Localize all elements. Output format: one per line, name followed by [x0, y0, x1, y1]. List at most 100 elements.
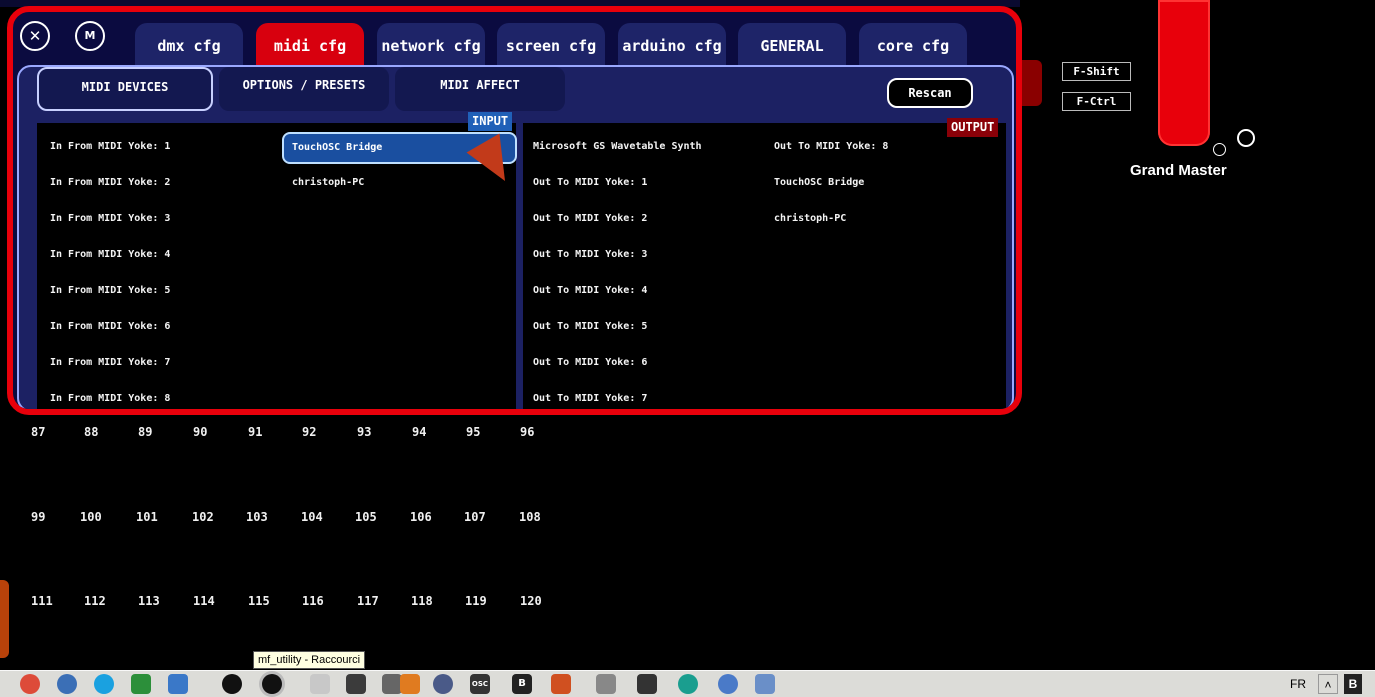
channel-number[interactable]: 93	[357, 425, 371, 439]
ninja-icon[interactable]	[346, 674, 366, 694]
tab-screen-cfg[interactable]: screen cfg	[497, 23, 605, 67]
list-item[interactable]: christoph-PC	[774, 213, 846, 224]
terminal-icon[interactable]	[382, 674, 402, 694]
list-item[interactable]: In From MIDI Yoke: 6	[50, 321, 170, 332]
tab-core-cfg[interactable]: core cfg	[859, 23, 967, 67]
osc-icon[interactable]: OSC	[470, 674, 490, 694]
square-icon[interactable]	[596, 674, 616, 694]
language-indicator[interactable]: FR	[1290, 674, 1306, 694]
list-item[interactable]: Out To MIDI Yoke: 8	[774, 141, 888, 152]
subtab-midi-affect[interactable]: MIDI AFFECT	[395, 67, 565, 111]
list-item[interactable]: In From MIDI Yoke: 2	[50, 177, 170, 188]
network-icon[interactable]	[57, 674, 77, 694]
skype-icon[interactable]	[94, 674, 114, 694]
channel-number[interactable]: 100	[80, 510, 102, 524]
list-item[interactable]: Out To MIDI Yoke: 5	[533, 321, 647, 332]
tray-chevron-icon[interactable]: ˄	[1318, 674, 1338, 694]
tab-general[interactable]: GENERAL	[738, 23, 846, 67]
channel-number[interactable]: 90	[193, 425, 207, 439]
channel-number[interactable]: 111	[31, 594, 53, 608]
list-item[interactable]: Out To MIDI Yoke: 2	[533, 213, 647, 224]
channel-number[interactable]: 91	[248, 425, 262, 439]
channel-number[interactable]: 116	[302, 594, 324, 608]
subtab-midi-devices[interactable]: MIDI DEVICES	[37, 67, 213, 111]
list-item[interactable]: TouchOSC Bridge	[774, 177, 864, 188]
windows-icon[interactable]	[131, 674, 151, 694]
list-item[interactable]: In From MIDI Yoke: 4	[50, 249, 170, 260]
network-2-icon[interactable]	[755, 674, 775, 694]
chrome-icon[interactable]	[20, 674, 40, 694]
chat-icon[interactable]	[637, 674, 657, 694]
channel-number[interactable]: 120	[520, 594, 542, 608]
grand-master-label: Grand Master	[1130, 162, 1227, 179]
taskbar-tooltip: mf_utility - Raccourci	[253, 651, 366, 669]
channel-number[interactable]: 94	[412, 425, 426, 439]
music-icon[interactable]	[310, 674, 330, 694]
channel-number[interactable]: 101	[136, 510, 158, 524]
list-item[interactable]: Microsoft GS Wavetable Synth	[533, 141, 702, 152]
globe-icon[interactable]	[718, 674, 738, 694]
channel-number[interactable]: 113	[138, 594, 160, 608]
channel-number[interactable]: 95	[466, 425, 480, 439]
tab-midi-cfg[interactable]: midi cfg	[256, 23, 364, 67]
channel-number[interactable]: 112	[84, 594, 106, 608]
channel-number[interactable]: 106	[410, 510, 432, 524]
channel-number[interactable]: 89	[138, 425, 152, 439]
channel-number[interactable]: 117	[357, 594, 379, 608]
list-item[interactable]: In From MIDI Yoke: 1	[50, 141, 170, 152]
f-ctrl-button[interactable]: F-Ctrl	[1062, 92, 1131, 111]
channel-number[interactable]: 105	[355, 510, 377, 524]
list-item[interactable]: Out To MIDI Yoke: 1	[533, 177, 647, 188]
midi-output-list	[523, 123, 1006, 409]
channel-number[interactable]: 103	[246, 510, 268, 524]
midi-input-list	[37, 123, 516, 409]
channel-number[interactable]: 107	[464, 510, 486, 524]
mf-utility-cat-icon[interactable]	[262, 674, 282, 694]
channel-number[interactable]: 104	[301, 510, 323, 524]
channel-number[interactable]: 99	[31, 510, 45, 524]
clock-icon[interactable]	[433, 674, 453, 694]
list-item[interactable]: In From MIDI Yoke: 5	[50, 285, 170, 296]
side-drawer-handle[interactable]	[0, 580, 9, 658]
channel-number[interactable]: 108	[519, 510, 541, 524]
subtab-options-presets[interactable]: OPTIONS / PRESETS	[219, 67, 389, 111]
list-item[interactable]: christoph-PC	[292, 177, 364, 188]
m-button[interactable]: M	[75, 21, 105, 51]
grand-master-knob-icon[interactable]	[1237, 129, 1255, 147]
channel-number[interactable]: 115	[248, 594, 270, 608]
grand-master-small-knob-icon	[1213, 143, 1226, 156]
channel-number[interactable]: 96	[520, 425, 534, 439]
list-item[interactable]: Out To MIDI Yoke: 3	[533, 249, 647, 260]
input-badge: INPUT	[468, 112, 513, 131]
channel-number[interactable]: 92	[302, 425, 316, 439]
channel-number[interactable]: 119	[465, 594, 487, 608]
f-shift-button[interactable]: F-Shift	[1062, 62, 1131, 81]
list-item[interactable]: Out To MIDI Yoke: 6	[533, 357, 647, 368]
grand-master-fader[interactable]	[1158, 0, 1210, 146]
list-item[interactable]: In From MIDI Yoke: 3	[50, 213, 170, 224]
channel-number[interactable]: 87	[31, 425, 45, 439]
tab-arduino-cfg[interactable]: arduino cfg	[618, 23, 726, 67]
list-item[interactable]: In From MIDI Yoke: 8	[50, 393, 170, 404]
channel-number[interactable]: 118	[411, 594, 433, 608]
tab-dmx-cfg[interactable]: dmx cfg	[135, 23, 243, 67]
channel-number[interactable]: 88	[84, 425, 98, 439]
list-item[interactable]: Out To MIDI Yoke: 7	[533, 393, 647, 404]
list-item[interactable]: Out To MIDI Yoke: 4	[533, 285, 647, 296]
rescan-button[interactable]: Rescan	[887, 78, 973, 108]
list-item[interactable]: In From MIDI Yoke: 7	[50, 357, 170, 368]
output-badge: OUTPUT	[947, 118, 999, 137]
midi-config-dialog: ✕ M dmx cfg midi cfg network cfg screen …	[7, 6, 1022, 415]
channel-number[interactable]: 114	[193, 594, 215, 608]
brush-icon[interactable]	[400, 674, 420, 694]
channel-number[interactable]: 102	[192, 510, 214, 524]
cat-icon[interactable]	[222, 674, 242, 694]
close-icon[interactable]: ✕	[20, 21, 50, 51]
media-icon[interactable]	[551, 674, 571, 694]
side-panel-handle[interactable]	[1020, 60, 1042, 106]
explorer-icon[interactable]	[168, 674, 188, 694]
tab-network-cfg[interactable]: network cfg	[377, 23, 485, 67]
tray-b-icon[interactable]: B	[1344, 674, 1362, 694]
arduino-icon[interactable]	[678, 674, 698, 694]
b-app-icon[interactable]: B	[512, 674, 532, 694]
